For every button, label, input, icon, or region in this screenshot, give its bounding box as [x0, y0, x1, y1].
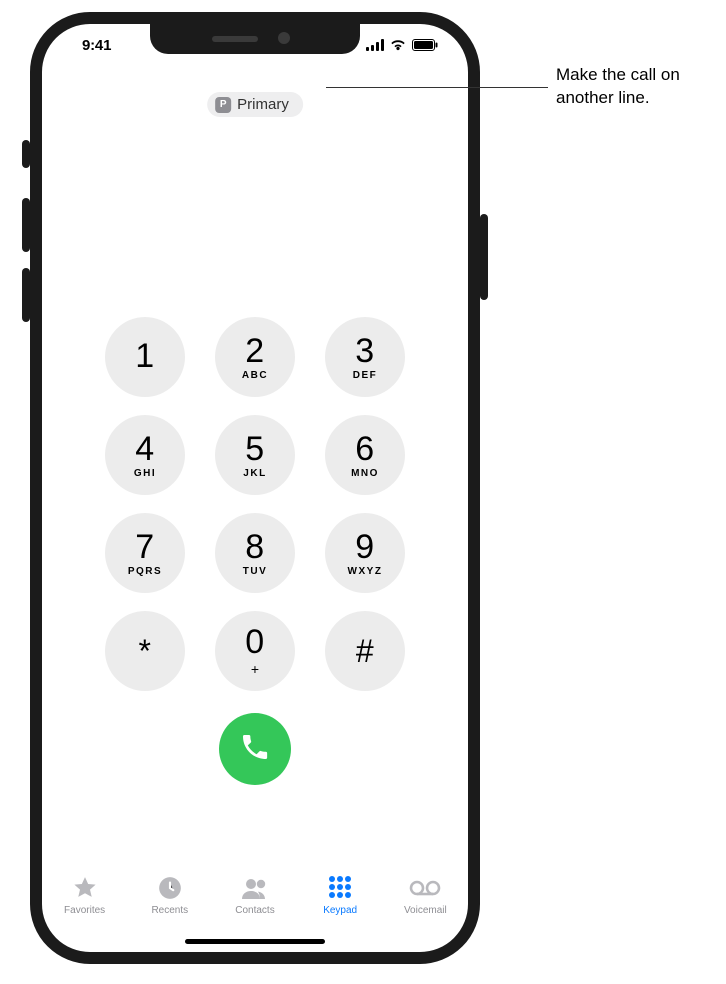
- key-1[interactable]: 1: [105, 317, 185, 397]
- key-6[interactable]: 6MNO: [325, 415, 405, 495]
- mute-switch: [22, 140, 30, 168]
- key-8[interactable]: 8TUV: [215, 513, 295, 593]
- contacts-icon: [240, 874, 270, 902]
- key-0[interactable]: 0+: [215, 611, 295, 691]
- key-pound[interactable]: #: [325, 611, 405, 691]
- wifi-icon: [390, 39, 406, 51]
- cellular-icon: [366, 39, 384, 51]
- key-star[interactable]: *: [105, 611, 185, 691]
- key-3[interactable]: 3DEF: [325, 317, 405, 397]
- line-selector[interactable]: P Primary: [207, 92, 303, 117]
- key-7[interactable]: 7PQRS: [105, 513, 185, 593]
- status-time: 9:41: [82, 37, 111, 54]
- battery-icon: [412, 39, 438, 51]
- voicemail-icon: [409, 874, 441, 902]
- key-2[interactable]: 2ABC: [215, 317, 295, 397]
- tab-label: Contacts: [235, 905, 274, 916]
- call-button[interactable]: [219, 713, 291, 785]
- home-indicator[interactable]: [185, 939, 325, 944]
- phone-frame: 9:41 P Primary 1 2ABC 3DEF: [30, 12, 480, 964]
- tab-label: Voicemail: [404, 905, 447, 916]
- line-badge: P: [215, 97, 231, 113]
- key-9[interactable]: 9WXYZ: [325, 513, 405, 593]
- keypad-icon: [328, 874, 352, 902]
- line-label: Primary: [237, 96, 289, 113]
- key-5[interactable]: 5JKL: [215, 415, 295, 495]
- tab-label: Keypad: [323, 905, 357, 916]
- tab-recents[interactable]: Recents: [130, 874, 210, 916]
- callout-leader: [326, 87, 548, 88]
- tab-contacts[interactable]: Contacts: [215, 874, 295, 916]
- tab-label: Recents: [151, 905, 188, 916]
- volume-up-button: [22, 198, 30, 252]
- callout-text: Make the call on another line.: [556, 64, 721, 110]
- key-4[interactable]: 4GHI: [105, 415, 185, 495]
- clock-icon: [157, 874, 183, 902]
- phone-icon: [239, 731, 271, 768]
- side-button: [480, 214, 488, 300]
- tab-voicemail[interactable]: Voicemail: [385, 874, 465, 916]
- keypad: 1 2ABC 3DEF 4GHI 5JKL 6MNO 7PQRS 8TUV 9W…: [42, 317, 468, 785]
- tab-favorites[interactable]: Favorites: [45, 874, 125, 916]
- tab-keypad[interactable]: Keypad: [300, 874, 380, 916]
- notch: [150, 24, 360, 54]
- tab-label: Favorites: [64, 905, 105, 916]
- volume-down-button: [22, 268, 30, 322]
- star-icon: [72, 874, 98, 902]
